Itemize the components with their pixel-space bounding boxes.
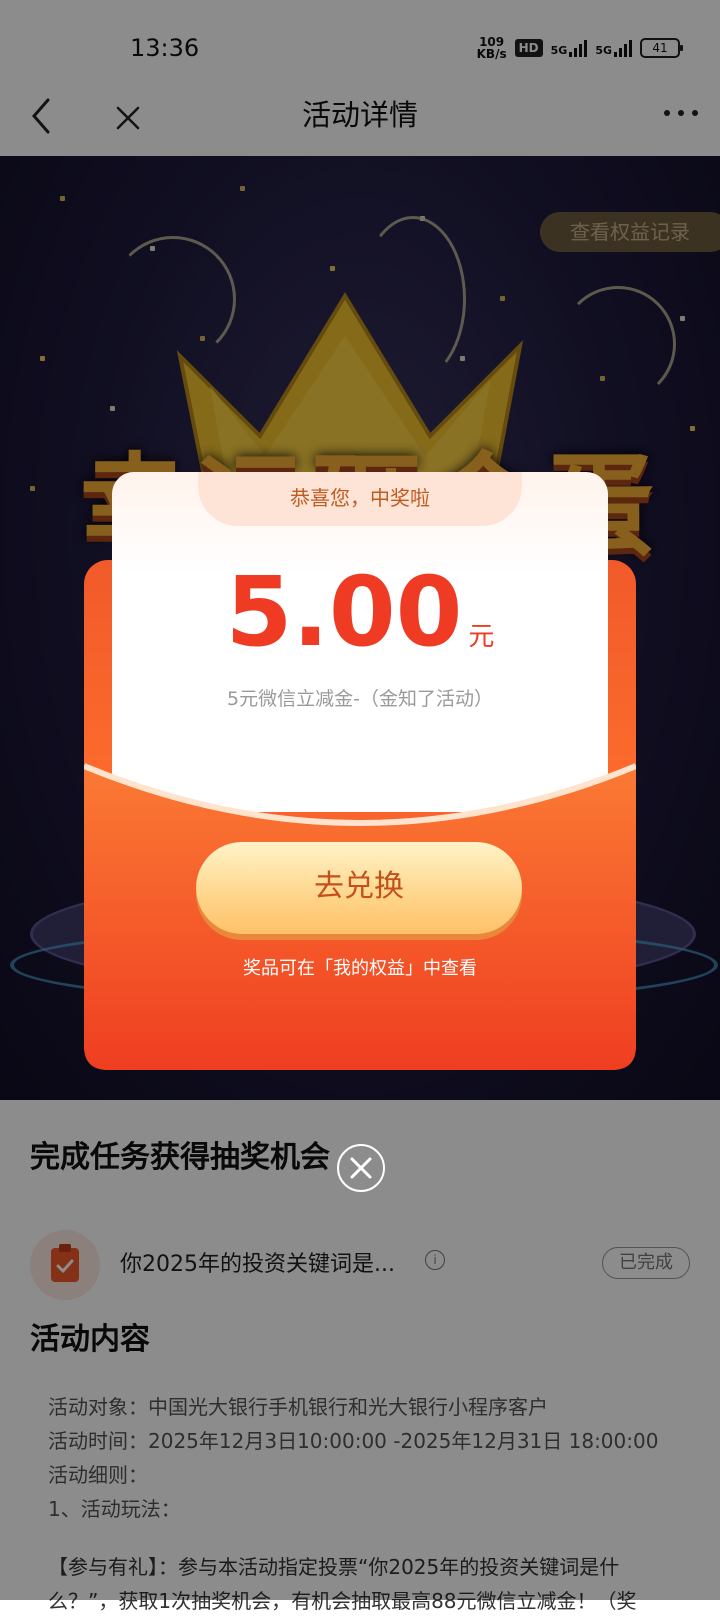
redeem-hint: 奖品可在「我的权益」中查看 [243, 958, 477, 979]
prize-modal: 恭喜您，中奖啦 5.00 元 5元微信立减金-（金知了活动） 去兑换 奖品可在「我… [84, 470, 636, 1070]
congrats-text: 恭喜您，中奖啦 [290, 486, 430, 510]
prize-amount: 5.00 [225, 556, 463, 668]
redeem-button[interactable]: 去兑换 [196, 842, 522, 934]
prize-description: 5元微信立减金-（金知了活动） [227, 688, 493, 710]
prize-unit: 元 [468, 622, 495, 652]
prize-amount-row: 5.00 元 [112, 556, 608, 668]
close-circle-icon[interactable] [337, 1144, 385, 1192]
